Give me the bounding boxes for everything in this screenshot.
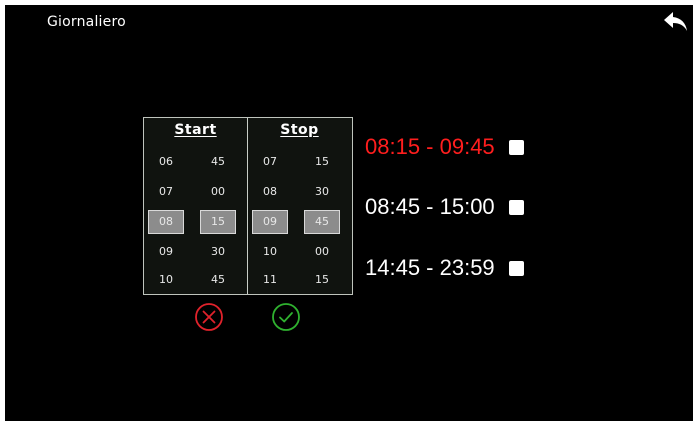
- confirm-circle-icon: [272, 303, 300, 331]
- page-title: Giornaliero: [47, 14, 126, 30]
- cancel-circle-icon: [195, 303, 223, 331]
- time-slot-label: 08:15 - 09:45: [365, 134, 495, 159]
- time-slot-checkbox[interactable]: [508, 139, 524, 155]
- time-slot[interactable]: 08:45 - 15:00: [365, 192, 524, 222]
- stop-column: Stop 07 08 09 10 11 15 30 45 00 15: [248, 118, 351, 294]
- start-minute-option[interactable]: 45: [200, 268, 236, 292]
- stop-minute-selected[interactable]: 45: [304, 210, 340, 234]
- stop-minute-option[interactable]: 30: [304, 180, 340, 204]
- time-slot-checkbox[interactable]: [508, 260, 524, 276]
- start-header: Start: [174, 122, 217, 138]
- stop-hour-option[interactable]: 08: [252, 180, 288, 204]
- start-hour-option[interactable]: 06: [148, 150, 184, 174]
- stop-minute-option[interactable]: 15: [304, 268, 340, 292]
- cancel-button[interactable]: [194, 302, 224, 332]
- start-minute-option[interactable]: 45: [200, 150, 236, 174]
- time-slot-checkbox[interactable]: [508, 199, 524, 215]
- stop-hour-option[interactable]: 07: [252, 150, 288, 174]
- start-hour-selected[interactable]: 08: [148, 210, 184, 234]
- back-arrow-icon: [664, 12, 687, 31]
- start-minute-option[interactable]: 30: [200, 240, 236, 264]
- stop-hour-selected[interactable]: 09: [252, 210, 288, 234]
- start-minute-option[interactable]: 00: [200, 180, 236, 204]
- start-hour-option[interactable]: 09: [148, 240, 184, 264]
- time-slot-label: 08:45 - 15:00: [365, 194, 495, 219]
- stop-minute-option[interactable]: 00: [304, 240, 340, 264]
- time-picker: Start 06 07 08 09 10 45 00 15 30 45 Stop…: [143, 117, 353, 295]
- confirm-button[interactable]: [271, 302, 301, 332]
- start-column: Start 06 07 08 09 10 45 00 15 30 45: [144, 118, 247, 294]
- stop-hour-option[interactable]: 10: [252, 240, 288, 264]
- stop-header: Stop: [280, 122, 319, 138]
- back-button[interactable]: [662, 8, 690, 36]
- stop-minute-option[interactable]: 15: [304, 150, 340, 174]
- start-minute-selected[interactable]: 15: [200, 210, 236, 234]
- screen: Giornaliero Start 06 07 08 09 10 45 00 1…: [5, 5, 693, 421]
- stop-hour-option[interactable]: 11: [252, 268, 288, 292]
- time-slot-label: 14:45 - 23:59: [365, 255, 495, 280]
- start-hour-option[interactable]: 07: [148, 180, 184, 204]
- start-hour-option[interactable]: 10: [148, 268, 184, 292]
- time-slot[interactable]: 08:15 - 09:45: [365, 132, 524, 162]
- time-slot[interactable]: 14:45 - 23:59: [365, 253, 524, 283]
